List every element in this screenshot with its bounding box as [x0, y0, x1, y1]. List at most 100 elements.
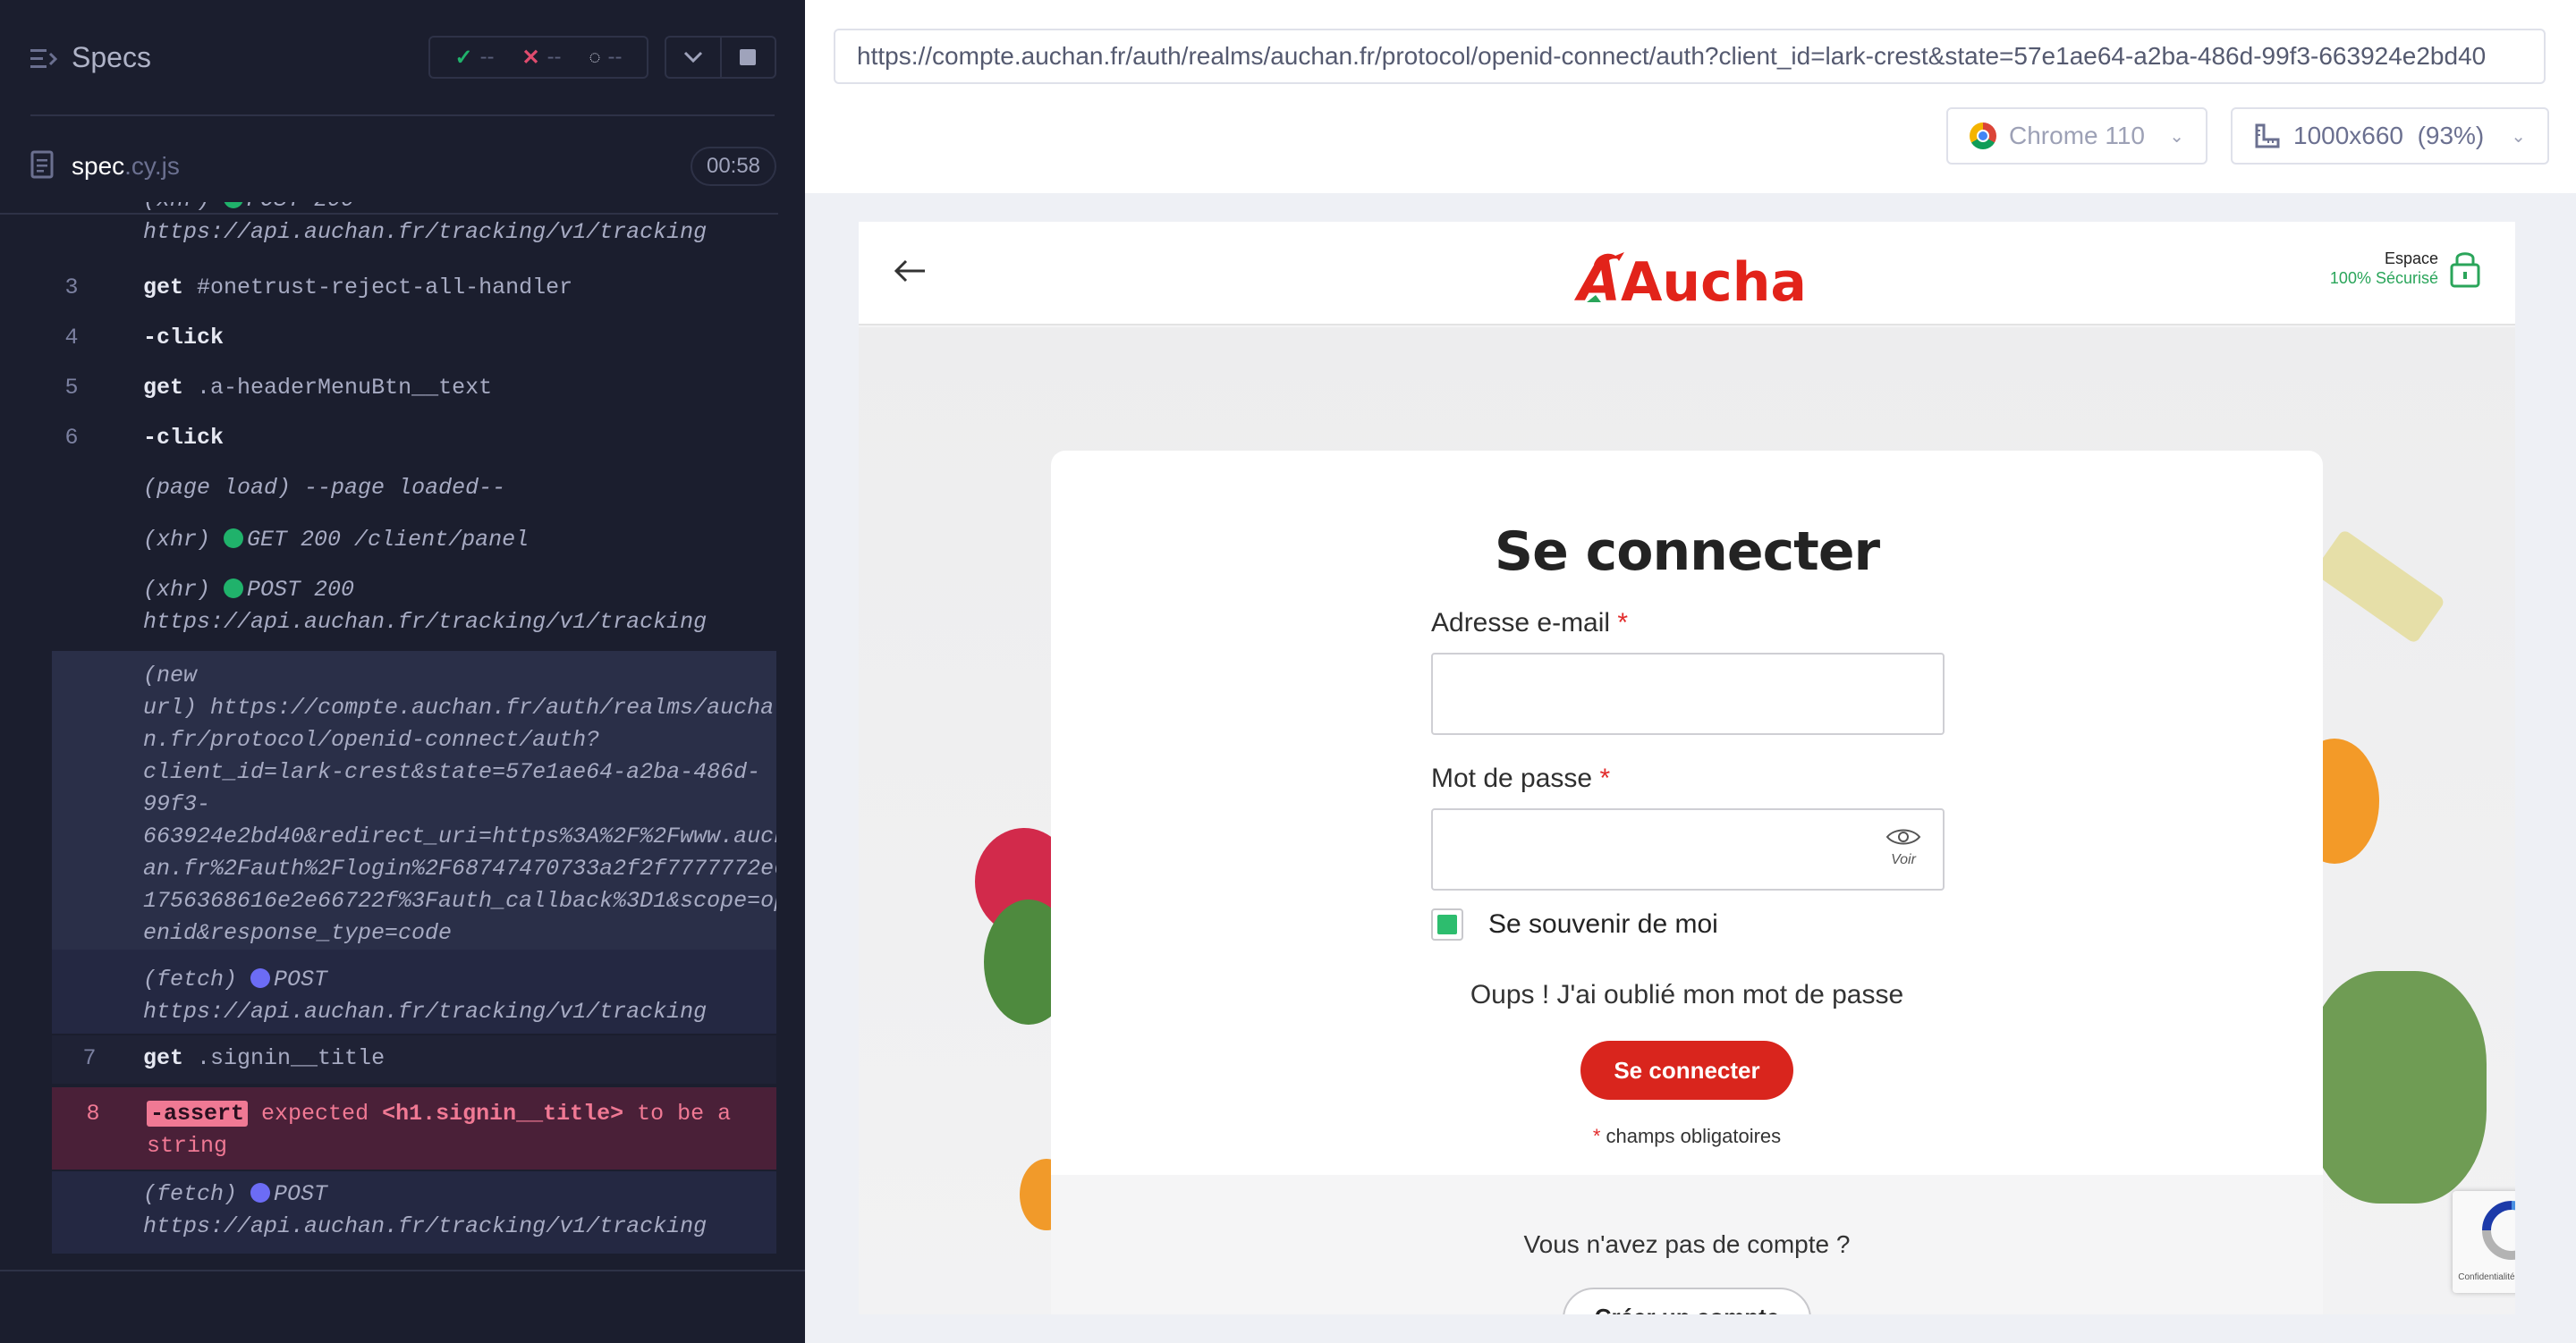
- command-name: get: [143, 375, 184, 401]
- pending-count: --: [607, 45, 623, 69]
- spec-name-text: spec: [72, 152, 125, 180]
- document-icon: [30, 150, 54, 179]
- required-note: * champs obligatoires: [1051, 1125, 2323, 1148]
- email-field[interactable]: [1431, 653, 1945, 735]
- command-row-new-url[interactable]: (new url) https://compte.auchan.fr/auth/…: [52, 651, 776, 950]
- test-stats: ✓ -- ✕ -- ◌ --: [428, 36, 648, 79]
- specs-list-icon[interactable]: [30, 46, 57, 72]
- command-row-pending[interactable]: (fetch) POST https://api.auchan.fr/tracki…: [52, 950, 776, 1034]
- show-password-label: Voir: [1891, 852, 1916, 867]
- failed-stat: ✕ --: [521, 45, 561, 71]
- command-row[interactable]: (xhr) POST 200 https://api.auchan.fr/tra…: [52, 202, 776, 250]
- command-row[interactable]: (page load) --page loaded--: [52, 472, 776, 504]
- command-row[interactable]: 4 -click: [52, 322, 776, 354]
- decorative-vegetable: [2308, 971, 2487, 1204]
- aut-iframe: A Auchan Espace 100% Sécurisé: [859, 222, 2515, 1314]
- command-row[interactable]: 7 get .signin__title: [52, 1035, 776, 1084]
- ruler-icon: [2255, 123, 2280, 148]
- aut-header: https://compte.auchan.fr/auth/realms/auc…: [805, 0, 2576, 193]
- command-number: 3: [64, 275, 79, 300]
- signin-title: Se connecter: [1494, 520, 1880, 583]
- show-password-button[interactable]: Voir: [1884, 826, 1923, 868]
- command-body: (xhr) GET 200 /client/panel: [143, 524, 767, 556]
- secure-space-badge: Espace 100% Sécurisé: [2330, 249, 2481, 288]
- assert-message: expected: [261, 1101, 369, 1127]
- command-name: get: [143, 275, 184, 300]
- back-arrow-icon[interactable]: [893, 258, 928, 284]
- check-icon: ✓: [454, 45, 473, 70]
- url-line: 1756368616e2e66722f%3Fauth_callback%3D1&…: [143, 888, 776, 914]
- command-url: https://api.auchan.fr/tracking/v1/tracki…: [143, 219, 708, 245]
- browser-selector[interactable]: Chrome 110 ⌄: [1946, 107, 2207, 165]
- no-account-text: Vous n'avez pas de compte ?: [1523, 1230, 1851, 1258]
- auchan-logo[interactable]: A Auchan: [1574, 240, 1807, 311]
- auto-scroll-button[interactable]: [666, 38, 722, 77]
- specs-header: Specs ✓ -- ✕ -- ◌ --: [0, 0, 805, 116]
- command-row[interactable]: (xhr) POST 200 https://api.auchan.fr/trac…: [52, 574, 776, 638]
- command-type: (fetch): [143, 1181, 238, 1207]
- spec-ext: .cy.js: [124, 152, 180, 180]
- url-line: 663924e2bd40&redirect_uri=https%3A%2F%2F…: [143, 824, 776, 849]
- command-url: https://api.auchan.fr/tracking/v1/tracki…: [143, 609, 708, 635]
- site-header: A Auchan Espace 100% Sécurisé: [859, 222, 2515, 325]
- recaptcha-icon: [2482, 1201, 2515, 1260]
- spec-file-name: spec.cy.js: [72, 152, 180, 181]
- signin-button[interactable]: Se connecter: [1580, 1041, 1793, 1100]
- command-body: (xhr) POST 200 https://api.auchan.fr/trac…: [143, 574, 767, 638]
- required-note-text: champs obligatoires: [1606, 1125, 1782, 1147]
- create-account-button[interactable]: Créer un compte: [1563, 1288, 1811, 1314]
- browser-label: Chrome 110: [2009, 122, 2146, 149]
- password-field[interactable]: Voir: [1431, 808, 1945, 891]
- viewport-selector[interactable]: 1000x660 (93%) ⌄: [2231, 107, 2549, 165]
- pending-stat: ◌ --: [589, 45, 622, 70]
- command-row-pending[interactable]: (fetch) POST https://api.auchan.fr/tracki…: [52, 1171, 776, 1254]
- command-status: POST: [274, 1181, 328, 1207]
- remember-me[interactable]: Se souvenir de moi: [1431, 908, 1718, 941]
- password-label-text: Mot de passe: [1431, 764, 1593, 793]
- recaptcha-badge[interactable]: Confidentialité - Conditions: [2453, 1191, 2515, 1293]
- assert-message-end: to be a: [637, 1101, 732, 1127]
- stop-button[interactable]: [722, 38, 775, 77]
- command-row[interactable]: 6 -click: [52, 422, 776, 454]
- card-footer: Vous n'avez pas de compte ? Créer un com…: [1051, 1175, 2323, 1314]
- divider: [0, 1270, 805, 1271]
- remember-me-checkbox[interactable]: [1431, 908, 1463, 941]
- status-dot-icon: [224, 579, 244, 598]
- decorative-vegetable: [2312, 528, 2446, 645]
- x-icon: ✕: [521, 45, 540, 70]
- lock-icon: [2450, 252, 2480, 288]
- url-line: enid&response_type=code: [143, 920, 453, 946]
- spinner-icon: ◌: [589, 46, 601, 68]
- command-body: (page load) --page loaded--: [143, 472, 767, 504]
- app-under-test: https://compte.auchan.fr/auth/realms/auc…: [805, 0, 2576, 1343]
- forgot-password-link[interactable]: Oups ! J'ai oublié mon mot de passe: [1051, 980, 2323, 1010]
- command-type: (xhr): [143, 527, 211, 553]
- chevron-down-icon: ⌄: [2169, 126, 2184, 147]
- command-status: POST 200: [247, 202, 354, 213]
- specs-title[interactable]: Specs: [72, 41, 151, 74]
- spec-file-row[interactable]: spec.cy.js 00:58: [0, 134, 805, 197]
- command-message: --page loaded--: [304, 475, 506, 501]
- command-status: POST 200: [247, 577, 355, 603]
- command-body: get .a-headerMenuBtn__text: [143, 372, 767, 404]
- command-message: .a-headerMenuBtn__text: [197, 375, 493, 401]
- stop-icon: [740, 49, 757, 65]
- command-row[interactable]: 5 get .a-headerMenuBtn__text: [52, 372, 776, 404]
- command-row[interactable]: (xhr) GET 200 /client/panel: [52, 524, 776, 556]
- command-row[interactable]: 3 get #onetrust-reject-all-handler: [52, 272, 776, 304]
- command-body: -click: [143, 422, 767, 454]
- url-bar[interactable]: https://compte.auchan.fr/auth/realms/auc…: [834, 29, 2546, 84]
- command-type: (new: [143, 663, 198, 688]
- secure-line-2: 100% Sécurisé: [2329, 269, 2438, 287]
- url-line: 99f3-: [143, 791, 211, 817]
- command-message: .signin__title: [197, 1045, 386, 1071]
- command-url: https://api.auchan.fr/tracking/v1/tracki…: [143, 999, 708, 1025]
- command-number: 6: [64, 425, 79, 451]
- command-body: -click: [143, 322, 767, 354]
- command-type: (xhr): [143, 577, 211, 603]
- command-row-failed[interactable]: 8 -assert expected <h1.signin__title> to…: [52, 1087, 776, 1170]
- command-message: GET 200 /client/panel: [247, 527, 530, 553]
- assert-subject: <h1.signin__title>: [382, 1101, 624, 1127]
- chrome-icon: [1970, 122, 1996, 149]
- email-label-text: Adresse e-mail: [1431, 608, 1611, 638]
